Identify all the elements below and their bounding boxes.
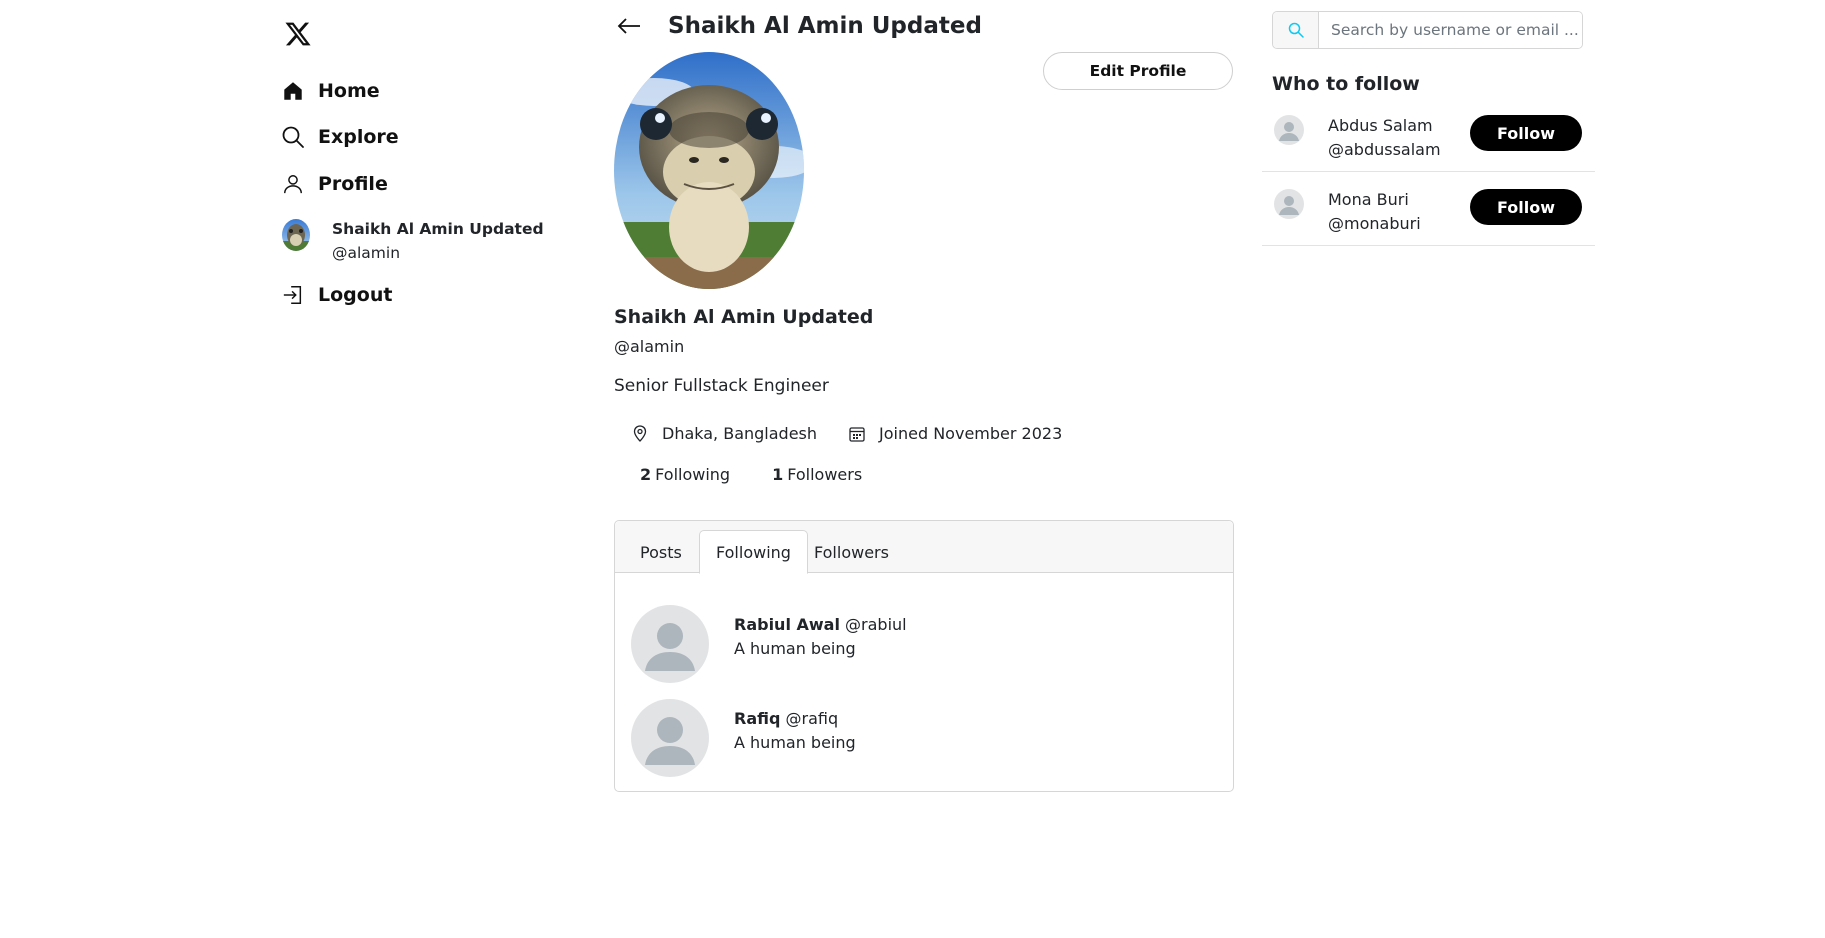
following-count[interactable]: 2 Following [640,465,730,484]
avatar [631,699,709,777]
profile-bio: Senior Fullstack Engineer [614,376,829,396]
profile-name: Shaikh Al Amin Updated [614,306,874,328]
location-pin-icon [632,425,648,443]
tab-following[interactable]: Following [699,530,808,574]
followers-count[interactable]: 1 Followers [772,465,862,484]
nav-logout[interactable]: Logout [280,282,392,308]
tab-bar: Posts Following Followers [615,521,1233,574]
search-input[interactable] [1319,12,1582,48]
current-user[interactable]: Shaikh Al Amin Updated @alamin [282,217,544,265]
profile-avatar [614,52,804,289]
profile-header: Shaikh Al Amin Updated [614,8,1234,44]
search-icon [280,124,306,150]
follow-button[interactable]: Follow [1470,115,1582,151]
person-icon [280,171,306,197]
search-bar [1272,11,1583,49]
page-title: Shaikh Al Amin Updated [668,13,982,39]
arrow-left-icon[interactable] [614,11,644,41]
following-name[interactable]: Rabiul Awal [734,615,840,634]
logout-icon [280,282,306,308]
profile-handle: @alamin [614,337,685,356]
nav-home[interactable]: Home [280,78,380,104]
avatar[interactable] [1274,189,1304,219]
profile-joined: Joined November 2023 [849,424,1062,443]
who-to-follow-title: Who to follow [1272,73,1420,95]
search-icon[interactable] [1273,12,1319,48]
x-logo-icon[interactable] [284,20,312,48]
suggestion-name[interactable]: Abdus Salam [1328,114,1441,138]
following-count-label: Following [655,465,731,484]
following-bio: A human being [734,639,856,658]
list-item: Abdus Salam @abdussalam Follow [1262,98,1595,172]
nav-profile[interactable]: Profile [280,171,388,197]
list-item: Mona Buri @monaburi Follow [1262,172,1595,246]
edit-profile-button[interactable]: Edit Profile [1043,52,1233,90]
following-handle: @rafiq [785,709,839,728]
profile-location: Dhaka, Bangladesh [632,424,817,443]
suggestion-name[interactable]: Mona Buri [1328,188,1421,212]
follow-button[interactable]: Follow [1470,189,1582,225]
following-handle: @rabiul [845,615,907,634]
avatar [631,605,709,683]
nav-explore[interactable]: Explore [280,124,399,150]
following-bio: A human being [734,733,856,752]
home-icon [280,78,306,104]
profile-tabs-card: Posts Following Followers Rabiul Awal @r… [614,520,1234,792]
tab-followers[interactable]: Followers [798,530,905,574]
following-name[interactable]: Rafiq [734,709,780,728]
current-user-name: Shaikh Al Amin Updated [332,220,544,238]
nav-profile-label: Profile [318,173,388,195]
suggestion-handle: @abdussalam [1328,140,1441,159]
list-item[interactable]: Rafiq @rafiq A human being [631,699,856,777]
avatar [282,219,310,251]
location-text: Dhaka, Bangladesh [662,424,818,443]
nav-explore-label: Explore [318,126,399,148]
joined-text: Joined November 2023 [879,424,1063,443]
followers-count-label: Followers [787,465,863,484]
followers-count-number: 1 [772,465,784,484]
list-item[interactable]: Rabiul Awal @rabiul A human being [631,605,907,683]
follow-counts: 2 Following 1 Followers [640,465,862,484]
tab-posts[interactable]: Posts [624,530,698,574]
nav-logout-label: Logout [318,284,393,306]
following-count-number: 2 [640,465,652,484]
nav-home-label: Home [318,80,380,102]
current-user-handle: @alamin [332,244,401,262]
avatar[interactable] [1274,115,1304,145]
profile-meta: Dhaka, Bangladesh Joined November 2023 [632,424,1062,443]
calendar-icon [849,425,865,443]
suggestion-handle: @monaburi [1328,214,1421,233]
